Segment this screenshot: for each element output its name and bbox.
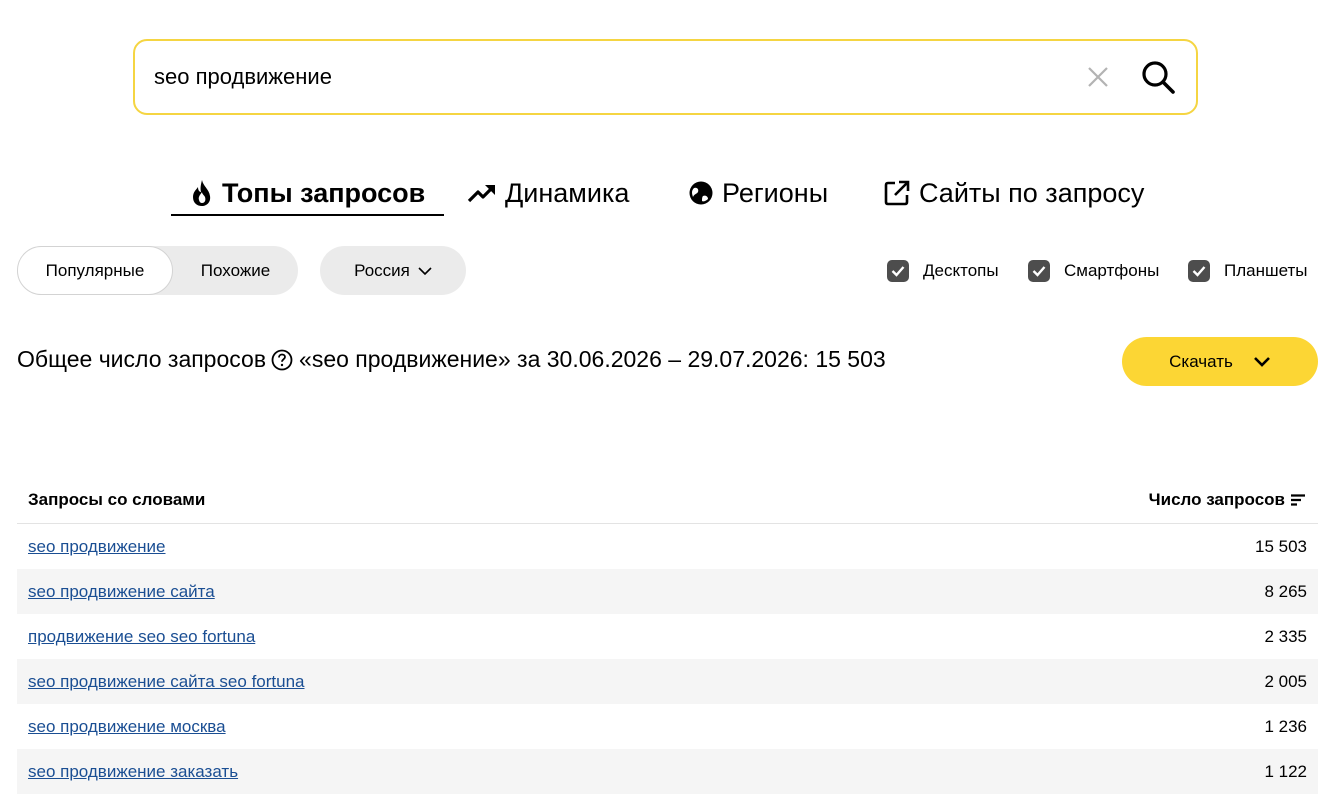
segment-similar[interactable]: Похожие	[173, 246, 298, 295]
search-bar	[133, 39, 1198, 115]
checkbox-tablets[interactable]: Планшеты	[1188, 260, 1308, 282]
checkbox-label: Смартфоны	[1064, 261, 1160, 280]
tab-top-queries[interactable]: Топы запросов	[171, 172, 445, 216]
tab-label: Динамика	[505, 177, 630, 208]
query-count: 2 335	[1264, 626, 1307, 646]
sort-icon	[1291, 494, 1305, 506]
table-row: продвижение seo seo fortuna 2 335	[17, 614, 1318, 659]
region-select[interactable]: Россия	[320, 246, 466, 295]
query-count: 8 265	[1264, 581, 1307, 601]
column-header-query: Запросы со словами	[28, 490, 206, 509]
trend-up-icon	[467, 185, 495, 203]
column-header-count[interactable]: Число запросов	[1149, 490, 1318, 510]
table-header: Запросы со словами Число запросов	[17, 477, 1318, 524]
query-link[interactable]: seo продвижение москва	[17, 717, 226, 737]
checkbox-desktops[interactable]: Десктопы	[887, 260, 999, 282]
total-queries-line: Общее число запросов «seo продвижение» з…	[17, 346, 886, 373]
query-count: 1 122	[1264, 761, 1307, 781]
search-input[interactable]	[135, 46, 1078, 108]
download-label: Скачать	[1169, 351, 1233, 371]
column-header-count-label: Число запросов	[1148, 490, 1285, 509]
query-link[interactable]: продвижение seo seo fortuna	[17, 627, 255, 647]
table-row: seo продвижение сайта 8 265	[17, 569, 1318, 614]
table-row: seo продвижение москва 1 236	[17, 704, 1318, 749]
segment-popular[interactable]: Популярные	[17, 246, 173, 295]
checkbox-checked-icon	[1188, 260, 1210, 282]
query-count: 1 236	[1264, 716, 1307, 736]
chevron-down-icon	[1253, 356, 1270, 367]
query-link[interactable]: seo продвижение	[17, 537, 166, 557]
tab-sites[interactable]: Сайты по запросу	[883, 172, 1144, 214]
query-count: 15 503	[1255, 536, 1307, 556]
checkbox-checked-icon	[887, 260, 909, 282]
mode-tabs: Топы запросов Динамика Регионы Сайты по …	[171, 172, 1144, 216]
globe-icon	[689, 181, 713, 205]
checkbox-checked-icon	[1028, 260, 1050, 282]
table-row: seo продвижение 15 503	[17, 524, 1318, 569]
query-link[interactable]: seo продвижение сайта seo fortuna	[17, 672, 305, 692]
external-link-icon	[884, 180, 910, 206]
total-value: «seo продвижение» за 30.06.2026 – 29.07.…	[299, 346, 886, 372]
region-label: Россия	[354, 260, 410, 280]
table-row: seo продвижение сайта seo fortuna 2 005	[17, 659, 1318, 704]
tab-label: Регионы	[722, 177, 829, 208]
tab-dynamics[interactable]: Динамика	[467, 172, 629, 214]
tab-label: Топы запросов	[222, 177, 426, 208]
checkbox-label: Десктопы	[923, 261, 999, 280]
table-body: seo продвижение 15 503 seo продвижение с…	[17, 524, 1318, 794]
fire-icon	[193, 180, 211, 206]
tab-regions[interactable]: Регионы	[688, 172, 828, 214]
query-link[interactable]: seo продвижение сайта	[17, 582, 215, 602]
queries-table: Запросы со словами Число запросов seo пр…	[17, 477, 1318, 794]
table-row: seo продвижение заказать 1 122	[17, 749, 1318, 794]
query-count: 2 005	[1264, 671, 1307, 691]
total-label: Общее число запросов	[17, 346, 267, 372]
search-icon[interactable]	[1136, 55, 1180, 99]
query-link[interactable]: seo продвижение заказать	[17, 762, 238, 782]
checkbox-label: Планшеты	[1224, 261, 1308, 280]
download-button[interactable]: Скачать	[1122, 337, 1318, 386]
chevron-down-icon	[418, 266, 432, 275]
tab-label: Сайты по запросу	[919, 177, 1145, 208]
popularity-switch: Популярные Похожие	[17, 246, 298, 295]
checkbox-smartphones[interactable]: Смартфоны	[1028, 260, 1159, 282]
clear-icon[interactable]	[1078, 57, 1118, 97]
help-icon[interactable]	[271, 349, 293, 371]
